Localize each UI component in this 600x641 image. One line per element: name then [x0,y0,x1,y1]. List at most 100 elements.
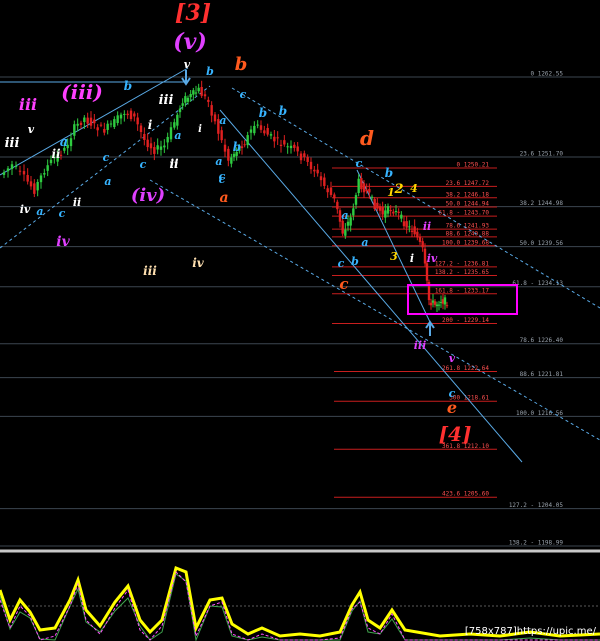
candle-body [354,195,358,205]
candle-body [210,105,213,116]
candle-body [126,113,129,116]
candle-body [263,130,266,134]
fib-grey-label: 50.0 1239.56 [520,240,564,247]
candle-body [86,117,89,124]
wave-label: iv [20,203,31,216]
candle-body [163,145,166,148]
candle-body [394,211,398,213]
candle-body [323,177,326,186]
candle-body [6,168,10,172]
wave-label: [3] [175,0,211,26]
wave-label: b [279,104,287,118]
fib-grey-label: 23.6 1251.70 [520,151,564,158]
fib-red-label: 200 - 1229.14 [442,317,489,324]
fib-red-label: 138.2 - 1235.65 [435,269,490,276]
wave-label: d [360,126,374,150]
wave-label: a [361,236,368,249]
candle-body [189,94,192,98]
candle-body [26,174,29,182]
candle-body [230,157,233,164]
wave-label: b [124,79,132,93]
candle-body [283,140,286,145]
candle-body [2,172,6,175]
wave-label: e [447,398,457,417]
candle-body [289,145,293,149]
fib-red-label: 23.6 1247.72 [446,180,490,187]
candle-body [259,125,263,130]
wave-label: iii [414,339,427,352]
candle-body [173,122,176,128]
candle-body [293,144,296,148]
candle-body [316,169,319,174]
candle-body [253,125,256,134]
candle-body [169,127,173,140]
candle-body [194,92,198,94]
candle-body [96,127,99,131]
candle-body [400,214,403,219]
fib-grey-label: 0 1262.55 [530,71,563,78]
candle-body [397,211,400,213]
candle-body [273,136,276,142]
fib-red-label: 0 1250.21 [456,162,489,169]
fib-red-label: 127.2 - 1236.81 [435,260,490,267]
candle-body [246,135,249,146]
candle-body [370,196,374,198]
candle-body [384,210,387,218]
fib-red-label: 38.2 1246.18 [446,191,490,198]
wave-label: ii [73,196,81,209]
wave-label: iii [159,93,174,108]
wave-label: ii [423,220,431,233]
candle-body [266,128,269,135]
candle-body [243,144,246,146]
candle-body [76,123,79,126]
wave-label: c [356,157,363,170]
wave-label: c [240,88,247,101]
candle-body [178,108,182,113]
price-chart: 0 1262.55 23.6 1251.70 38.2 1244.98 50.0 12… [0,0,600,641]
wave-label: v [449,352,456,365]
watermark: [758x787]https://upic.me/ [465,626,597,637]
wave-label: v [184,58,191,71]
wave-label: c [59,207,66,220]
candle-body [129,110,133,120]
wave-label: iii [19,95,37,114]
candle-body [159,146,163,150]
candle-body [344,229,347,236]
wave-label: b [206,65,214,78]
candle-body [22,171,26,175]
candle-body [336,201,339,210]
wave-label: b [351,255,359,268]
candle-body [299,153,303,161]
candle-body [166,136,169,143]
candle-body [83,117,86,123]
candle-body [381,207,384,215]
fib-red-label: 161.8 - 1233.17 [435,287,490,294]
candle-body [256,124,259,126]
candle-body [33,183,36,194]
candle-body [149,143,153,149]
wave-label: 2 [393,182,403,197]
wave-label: v [28,123,35,136]
candle-body [103,128,106,133]
candle-body [421,241,424,248]
fib-grey-label: 88.6 1221.81 [520,371,564,378]
candle-body [319,176,323,181]
candle-body [378,206,382,211]
candle-body [146,139,149,148]
candle-body [360,178,363,190]
candle-body [352,208,355,216]
fib-red-label: 100.0 1239.68 [442,239,489,246]
candle-body [279,144,283,147]
candle-body [365,189,368,192]
candle-body [392,211,395,214]
wave-label: c [219,170,226,183]
candle-body [10,164,14,170]
candle-body [46,165,49,171]
candle-body [181,103,184,106]
fib-grey-label: 61.8 - 1234.13 [512,280,563,287]
wave-label: c [339,275,348,293]
candle-body [143,133,146,140]
candle-body [402,221,406,227]
fib-red-label: 78.6 1241.93 [446,223,490,230]
wave-label: (iv) [131,185,165,206]
